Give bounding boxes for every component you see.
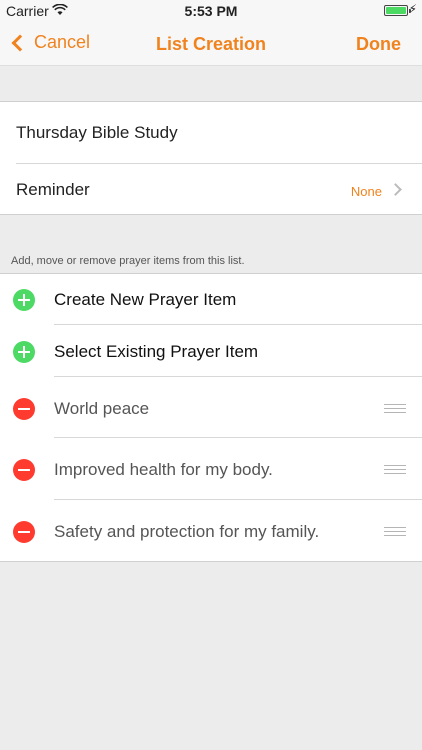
chevron-right-icon <box>389 183 402 196</box>
remove-circle-icon[interactable] <box>13 459 35 481</box>
prayer-item-row[interactable]: Improved health for my body. <box>0 438 422 500</box>
reminder-row[interactable]: Reminder None <box>0 164 422 216</box>
prayer-item-label: Safety and protection for my family. <box>54 522 320 541</box>
prayer-item-row[interactable]: Safety and protection for my family. <box>0 500 422 562</box>
select-existing-prayer-item-label: Select Existing Prayer Item <box>54 342 259 361</box>
add-circle-icon[interactable] <box>13 341 35 363</box>
prayer-item-label: World peace <box>54 399 150 418</box>
reminder-value: None <box>350 184 382 199</box>
reorder-handle-icon[interactable] <box>384 527 406 536</box>
prayer-item-label: Improved health for my body. <box>54 460 273 479</box>
reorder-handle-icon[interactable] <box>384 404 406 413</box>
status-bar: Carrier 5:53 PM ⚡ <box>0 0 422 22</box>
remove-circle-icon[interactable] <box>13 398 35 420</box>
done-button[interactable]: Done <box>356 34 401 55</box>
remove-circle-icon[interactable] <box>13 521 35 543</box>
prayer-items-group: Create New Prayer Item Select Existing P… <box>0 273 422 562</box>
create-prayer-item-row[interactable]: Create New Prayer Item <box>0 274 422 325</box>
list-info-group: Thursday Bible Study Reminder None <box>0 101 422 215</box>
navigation-bar: Cancel List Creation Done <box>0 22 422 66</box>
reorder-handle-icon[interactable] <box>384 465 406 474</box>
list-name-value: Thursday Bible Study <box>16 122 178 142</box>
select-existing-prayer-item-row[interactable]: Select Existing Prayer Item <box>0 325 422 377</box>
create-prayer-item-label: Create New Prayer Item <box>54 290 237 309</box>
battery-icon <box>384 5 411 16</box>
status-time: 5:53 PM <box>184 3 238 19</box>
prayer-item-row[interactable]: World peace <box>0 377 422 438</box>
reminder-label: Reminder <box>16 180 90 199</box>
section-caption: Add, move or remove prayer items from th… <box>11 255 245 267</box>
add-circle-icon[interactable] <box>13 289 35 311</box>
list-name-field[interactable]: Thursday Bible Study <box>16 102 422 164</box>
